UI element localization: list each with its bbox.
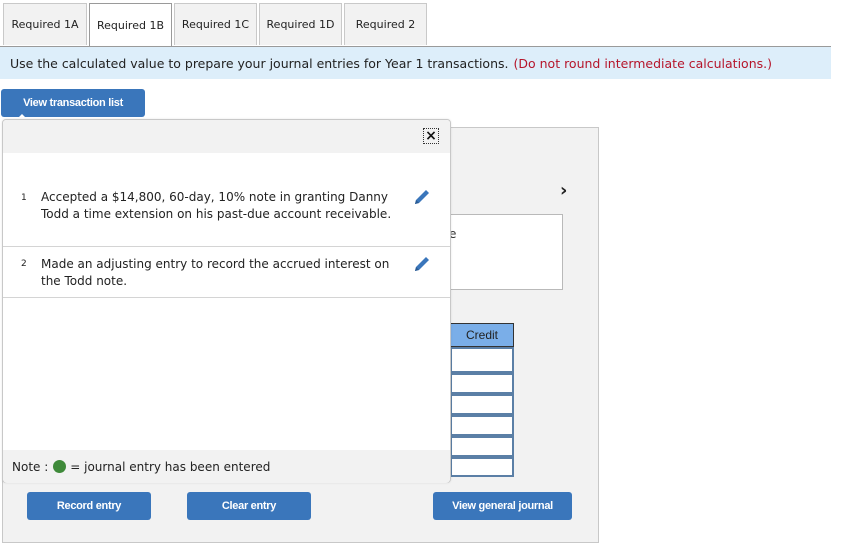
credit-input[interactable]	[450, 373, 514, 394]
tab-required-1a[interactable]: Required 1A	[3, 3, 87, 45]
view-transaction-list-button[interactable]: View transaction list	[1, 89, 145, 117]
tab-required-1b[interactable]: Required 1B	[89, 3, 172, 47]
next-chevron-icon[interactable]: ›	[560, 180, 567, 201]
clear-entry-button[interactable]: Clear entry	[187, 492, 311, 520]
transaction-description-box	[440, 214, 563, 290]
transaction-text: Accepted a $14,800, 60-day, 10% note in …	[41, 190, 392, 221]
pencil-edit-icon[interactable]	[411, 186, 433, 208]
credit-input[interactable]	[450, 347, 514, 373]
credit-input[interactable]	[450, 436, 514, 457]
close-icon[interactable]: ×	[423, 128, 439, 144]
credit-input[interactable]	[450, 457, 514, 477]
legend-note: Note : = journal entry has been entered	[3, 450, 450, 483]
transaction-item: 2 Made an adjusting entry to record the …	[3, 247, 450, 298]
tab-bar: Required 1A Required 1B Required 1C Requ…	[3, 3, 429, 47]
note-suffix: = journal entry has been entered	[70, 459, 271, 474]
transaction-item: 1 Accepted a $14,800, 60-day, 10% note i…	[3, 153, 450, 247]
instruction-bar: Use the calculated value to prepare your…	[0, 47, 831, 79]
tab-required-1c[interactable]: Required 1C	[174, 3, 257, 45]
tab-required-1d[interactable]: Required 1D	[259, 3, 342, 45]
tab-required-2[interactable]: Required 2	[344, 3, 427, 45]
transaction-list-popup: × 1 Accepted a $14,800, 60-day, 10% note…	[2, 119, 451, 483]
instruction-text: Use the calculated value to prepare your…	[10, 55, 509, 71]
note-prefix: Note :	[12, 459, 49, 474]
pencil-edit-icon[interactable]	[411, 253, 433, 275]
popup-header: ×	[3, 120, 450, 153]
credit-column-header: Credit	[450, 323, 514, 347]
credit-input[interactable]	[450, 415, 514, 436]
entered-status-dot-icon	[53, 460, 67, 473]
transaction-number: 1	[21, 193, 27, 203]
transaction-text: Made an adjusting entry to record the ac…	[41, 257, 390, 288]
record-entry-button[interactable]: Record entry	[27, 492, 151, 520]
view-general-journal-button[interactable]: View general journal	[433, 492, 572, 520]
transaction-number: 2	[21, 259, 27, 269]
credit-input[interactable]	[450, 394, 514, 415]
instruction-note: (Do not round intermediate calculations.…	[513, 55, 772, 71]
